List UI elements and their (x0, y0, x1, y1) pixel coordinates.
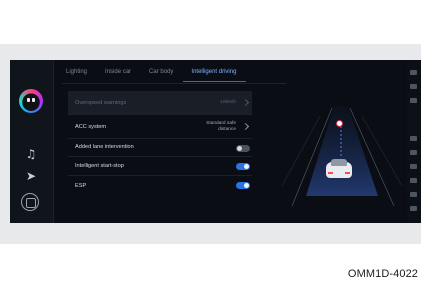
car-visualization (282, 86, 402, 206)
tab-divider (62, 83, 286, 84)
tab-car-body[interactable]: Car body (149, 67, 173, 83)
left-rail: ♫ ➤ (10, 60, 54, 223)
acc-system-value: Standard safe distance (206, 121, 236, 132)
status-icon (410, 192, 417, 197)
lane-intervention-label: Added lane intervention (75, 144, 134, 150)
navigation-arrow-icon[interactable]: ➤ (23, 168, 39, 184)
status-icon (410, 150, 417, 155)
status-icon (410, 178, 417, 183)
infotainment-screen: ♫ ➤ Lighting Inside car Car body Intelli… (10, 60, 421, 223)
status-icon (410, 84, 417, 89)
status-icon (410, 164, 417, 169)
start-stop-row: Intelligent start-stop (68, 157, 252, 176)
target-vehicle-marker (336, 120, 343, 127)
road-lanes-graphic (282, 106, 402, 206)
figure-code: OMM1D-4022 (347, 268, 418, 280)
esp-row: ESP (68, 176, 252, 196)
status-icon (410, 206, 417, 211)
status-icon (410, 70, 417, 75)
overspeed-warnings-row[interactable]: Overspeed warnings 10km/h (68, 91, 252, 115)
overspeed-warnings-label: Overspeed warnings (75, 100, 127, 106)
esp-label: ESP (75, 183, 87, 189)
status-icon (410, 98, 417, 103)
esp-toggle[interactable] (236, 182, 250, 189)
status-icon (410, 136, 417, 141)
music-note-icon[interactable]: ♫ (23, 146, 39, 162)
chevron-right-icon (241, 122, 250, 131)
overspeed-warnings-value: 10km/h (220, 100, 236, 105)
tab-inside-car[interactable]: Inside car (105, 67, 131, 83)
status-rail (407, 60, 421, 223)
lane-intervention-row: Added lane intervention (68, 139, 252, 157)
settings-list: Overspeed warnings 10km/h ACC system Sta… (68, 91, 252, 196)
lane-intervention-toggle[interactable] (236, 145, 250, 152)
voice-assistant-icon[interactable] (19, 89, 43, 113)
acc-system-label: ACC system (75, 124, 107, 130)
tab-intelligent-driving[interactable]: Intelligent driving (183, 67, 247, 83)
tab-lighting[interactable]: Lighting (66, 67, 87, 83)
home-icon[interactable] (21, 193, 39, 211)
settings-tabs: Lighting Inside car Car body Intelligent… (66, 67, 254, 83)
start-stop-label: Intelligent start-stop (75, 163, 124, 169)
acc-system-row[interactable]: ACC system Standard safe distance (68, 115, 252, 139)
ego-car-icon (326, 158, 352, 180)
chevron-right-icon (241, 98, 250, 107)
start-stop-toggle[interactable] (236, 163, 250, 170)
